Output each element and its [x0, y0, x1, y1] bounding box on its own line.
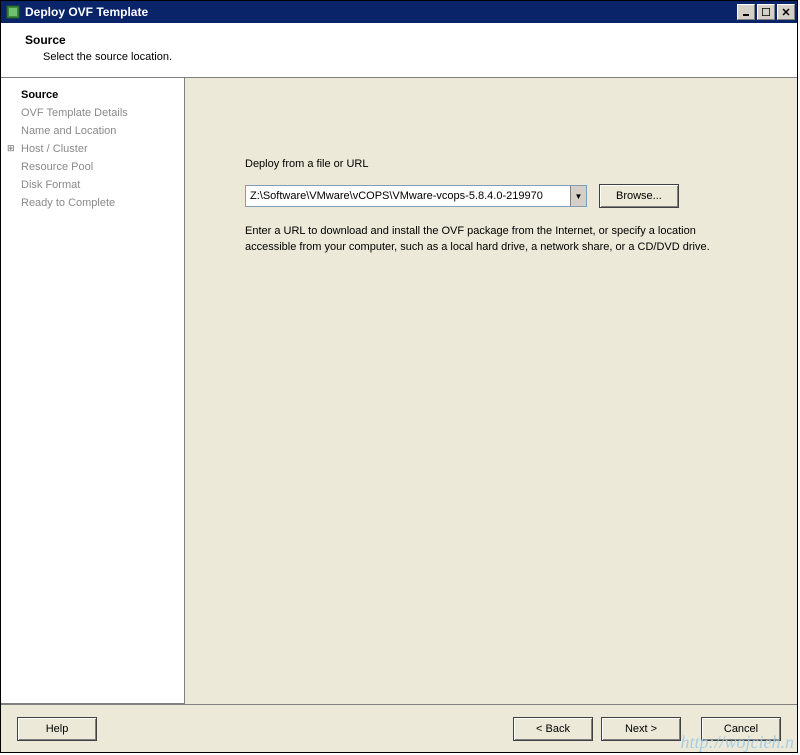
page-subtitle: Select the source location.	[25, 51, 777, 63]
step-name-and-location[interactable]: Name and Location	[9, 122, 176, 140]
step-ready-to-complete[interactable]: Ready to Complete	[9, 194, 176, 212]
browse-button[interactable]: Browse...	[599, 184, 679, 208]
page-title: Source	[25, 33, 777, 47]
next-button[interactable]: Next >	[601, 717, 681, 741]
wizard-steps-sidebar: Source OVF Template Details Name and Loc…	[1, 78, 185, 704]
step-host-cluster[interactable]: Host / Cluster	[9, 140, 176, 158]
source-path-input[interactable]	[246, 186, 570, 206]
window-title: Deploy OVF Template	[25, 5, 737, 19]
step-disk-format[interactable]: Disk Format	[9, 176, 176, 194]
step-resource-pool[interactable]: Resource Pool	[9, 158, 176, 176]
source-path-combo[interactable]: ▼	[245, 185, 587, 207]
deploy-source-label: Deploy from a file or URL	[245, 158, 777, 170]
maximize-button[interactable]	[757, 4, 775, 20]
help-button[interactable]: Help	[17, 717, 97, 741]
back-button[interactable]: < Back	[513, 717, 593, 741]
step-source[interactable]: Source	[9, 86, 176, 104]
wizard-header: Source Select the source location.	[1, 23, 797, 78]
wizard-footer: Help < Back Next > Cancel	[1, 704, 797, 752]
source-description: Enter a URL to download and install the …	[245, 224, 715, 256]
step-ovf-template-details[interactable]: OVF Template Details	[9, 104, 176, 122]
wizard-content: Deploy from a file or URL ▼ Browse... En…	[185, 78, 797, 704]
titlebar: Deploy OVF Template	[1, 1, 797, 23]
deploy-ovf-window: Deploy OVF Template Source Select the so…	[0, 0, 798, 753]
cancel-button[interactable]: Cancel	[701, 717, 781, 741]
dropdown-icon[interactable]: ▼	[570, 186, 586, 206]
close-button[interactable]	[777, 4, 795, 20]
minimize-button[interactable]	[737, 4, 755, 20]
app-icon	[5, 4, 21, 20]
